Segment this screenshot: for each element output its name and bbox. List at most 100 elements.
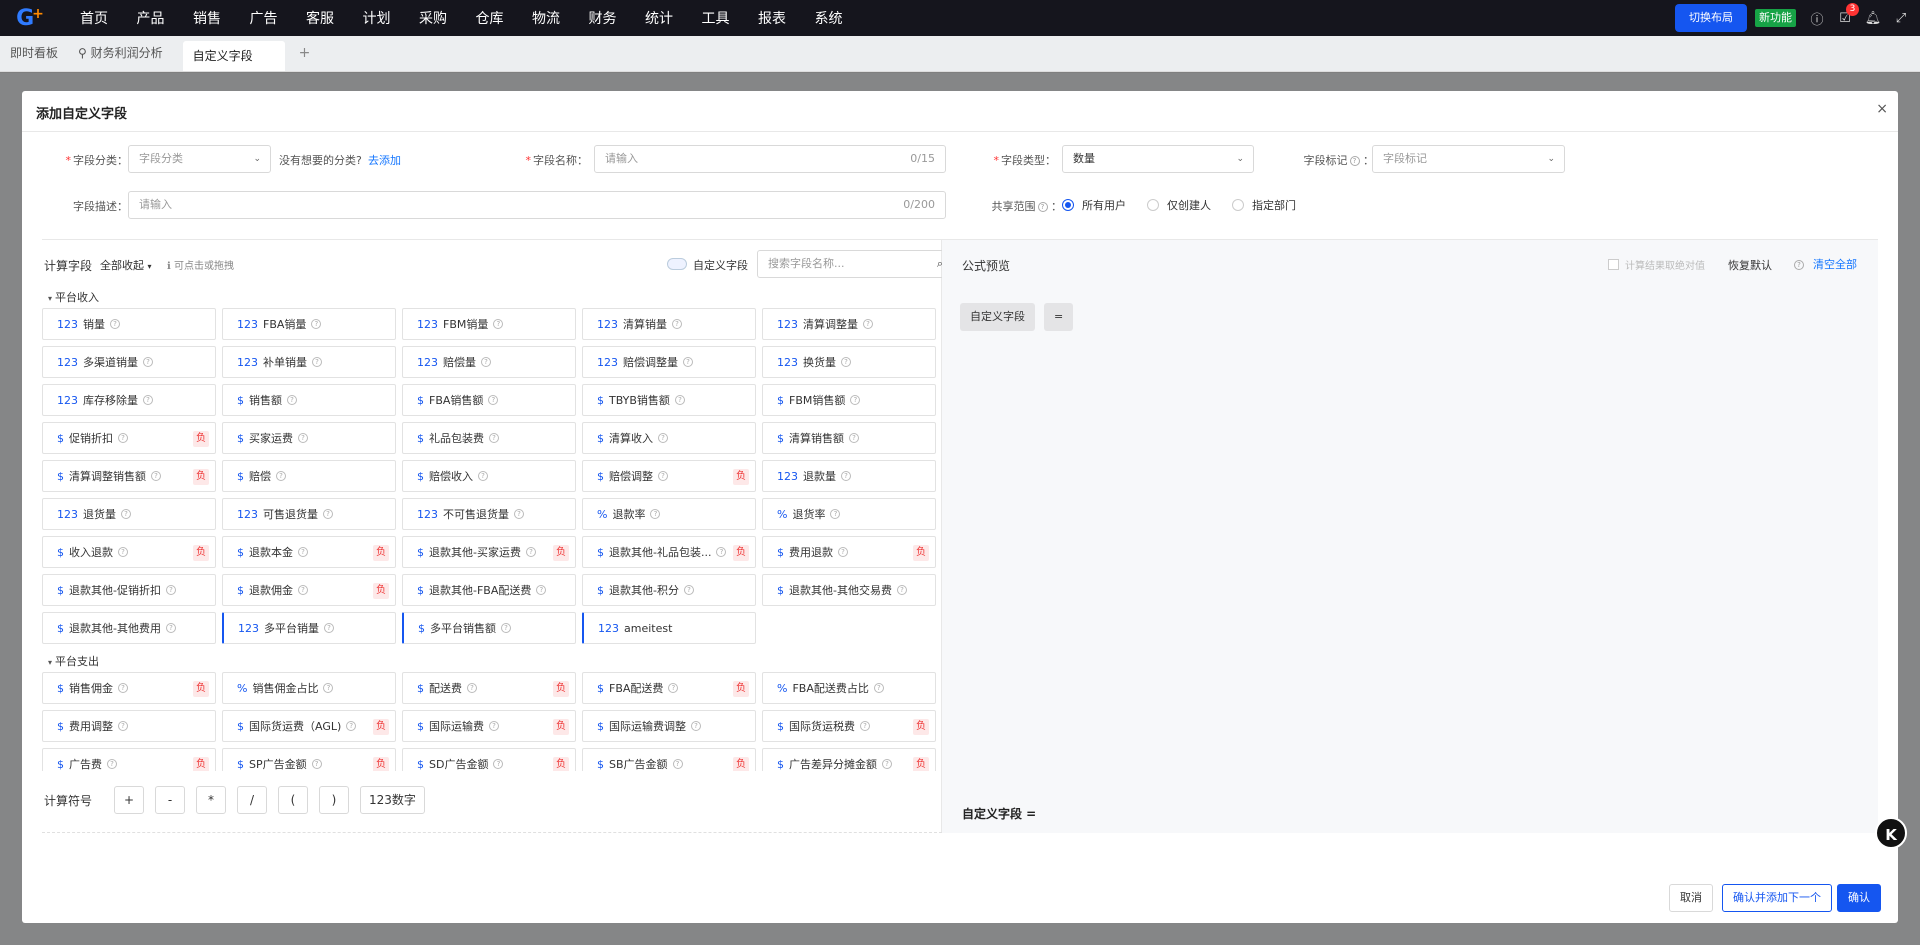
- help-icon[interactable]: ?: [298, 547, 308, 557]
- help-icon[interactable]: ?: [287, 395, 297, 405]
- help-icon[interactable]: ?: [121, 509, 131, 519]
- field-chip[interactable]: $ 退款其他-FBA配送费?: [402, 574, 576, 606]
- nav-item[interactable]: 工具: [702, 8, 730, 28]
- field-search-input[interactable]: 搜索字段名称... ⌕: [757, 250, 952, 278]
- nav-item[interactable]: 采购: [419, 8, 447, 28]
- field-chip[interactable]: $ 销售额?: [222, 384, 396, 416]
- abs-value-checkbox[interactable]: 计算结果取绝对值: [1608, 257, 1705, 272]
- help-icon[interactable]: ?: [467, 683, 477, 693]
- field-chip[interactable]: $ 退款其他-礼品包装...? 负: [582, 536, 756, 568]
- help-icon[interactable]: ?: [674, 395, 685, 405]
- help-icon[interactable]: ?: [501, 623, 511, 633]
- help-icon[interactable]: ?: [683, 357, 693, 367]
- scope-radio-dept[interactable]: 指定部门: [1232, 197, 1296, 213]
- help-icon[interactable]: ?: [650, 509, 661, 519]
- help-icon[interactable]: ?: [118, 721, 128, 731]
- help-icon[interactable]: ?: [860, 721, 870, 731]
- field-chip[interactable]: $ 收入退款? 负: [42, 536, 216, 568]
- help-icon[interactable]: ?: [716, 547, 727, 557]
- field-chip[interactable]: $ TBYB销售额?: [582, 384, 756, 416]
- field-chip[interactable]: $ 赔偿收入?: [402, 460, 576, 492]
- fields-scroll-area[interactable]: 平台收入 123销量?123FBA销量?123FBM销量?123清算销量?123…: [42, 288, 952, 771]
- field-chip[interactable]: $ 买家运费?: [222, 422, 396, 454]
- help-icon[interactable]: ?: [849, 433, 859, 443]
- help-icon[interactable]: ?: [298, 433, 308, 443]
- operator-button[interactable]: (: [278, 786, 309, 814]
- restore-default-button[interactable]: 恢复默认: [1728, 257, 1772, 273]
- field-chip[interactable]: $ 退款其他-买家运费? 负: [402, 536, 576, 568]
- field-chip[interactable]: % FBA配送费占比?: [762, 672, 936, 704]
- field-chip[interactable]: $ 国际货运税费? 负: [762, 710, 936, 742]
- help-icon[interactable]: ?: [488, 395, 499, 405]
- help-icon[interactable]: ?: [536, 585, 547, 595]
- nav-item[interactable]: 产品: [137, 8, 165, 28]
- help-icon[interactable]: ?: [276, 471, 286, 481]
- field-chip[interactable]: $ 清算收入?: [582, 422, 756, 454]
- field-chip[interactable]: 123 销量?: [42, 308, 216, 340]
- field-chip[interactable]: $ 礼品包装费?: [402, 422, 576, 454]
- help-icon[interactable]: ?: [1792, 257, 1804, 271]
- nav-item[interactable]: 报表: [758, 8, 786, 28]
- section-platform-income[interactable]: 平台收入: [42, 288, 952, 308]
- help-icon[interactable]: ?: [658, 433, 668, 443]
- help-icon[interactable]: ?: [151, 471, 161, 481]
- nav-item[interactable]: 系统: [815, 8, 843, 28]
- add-tab-button[interactable]: +: [299, 35, 311, 71]
- help-icon[interactable]: ?: [873, 683, 884, 693]
- field-chip[interactable]: $ 销售佣金? 负: [42, 672, 216, 704]
- help-icon[interactable]: ?: [672, 319, 682, 329]
- field-chip[interactable]: 123 ameitest: [582, 612, 756, 644]
- help-icon[interactable]: ?: [841, 471, 851, 481]
- nav-item[interactable]: 计划: [363, 8, 391, 28]
- field-chip[interactable]: $ FBM销售额?: [762, 384, 936, 416]
- close-icon[interactable]: ×: [1876, 101, 1888, 117]
- operator-button[interactable]: /: [237, 786, 268, 814]
- tab-profit-analysis[interactable]: ⚲ 财务利润分析: [68, 35, 173, 71]
- help-icon[interactable]: ?: [118, 683, 128, 693]
- formula-chip-equals[interactable]: =: [1044, 303, 1074, 331]
- assistant-float-button[interactable]: K: [1875, 817, 1907, 849]
- field-chip[interactable]: $ 退款其他-积分?: [582, 574, 756, 606]
- tab-dashboard[interactable]: 即时看板: [0, 35, 68, 71]
- help-icon[interactable]: ?: [478, 471, 488, 481]
- field-chip[interactable]: 123 清算调整量?: [762, 308, 936, 340]
- switch-layout-button[interactable]: 切换布局: [1675, 4, 1747, 32]
- field-chip[interactable]: 123 退款量?: [762, 460, 936, 492]
- field-chip[interactable]: 123 库存移除量?: [42, 384, 216, 416]
- nav-item[interactable]: 广告: [250, 8, 278, 28]
- field-chip[interactable]: $ 费用退款? 负: [762, 536, 936, 568]
- operator-button[interactable]: -: [155, 786, 186, 814]
- field-chip[interactable]: $ SD广告金额? 负: [402, 748, 576, 771]
- field-chip[interactable]: 123 换货量?: [762, 346, 936, 378]
- confirm-next-button[interactable]: 确认并添加下一个: [1722, 884, 1832, 912]
- field-chip[interactable]: 123 FBA销量?: [222, 308, 396, 340]
- help-icon[interactable]: ?: [165, 585, 176, 595]
- help-icon[interactable]: ?: [312, 357, 322, 367]
- help-icon[interactable]: ?: [311, 319, 322, 329]
- field-chip[interactable]: $ 退款佣金? 负: [222, 574, 396, 606]
- field-chip[interactable]: $ 配送费? 负: [402, 672, 576, 704]
- nav-item[interactable]: 财务: [589, 8, 617, 28]
- field-chip[interactable]: $ 国际运输费? 负: [402, 710, 576, 742]
- operator-button[interactable]: *: [196, 786, 227, 814]
- help-icon[interactable]: ?: [118, 433, 128, 443]
- field-desc-input[interactable]: 请输入 0/200: [128, 191, 946, 219]
- field-chip[interactable]: 123 补单销量?: [222, 346, 396, 378]
- new-feature-badge[interactable]: 新功能: [1755, 9, 1796, 27]
- field-chip[interactable]: $ 广告差异分摊金额? 负: [762, 748, 936, 771]
- field-chip[interactable]: $ SP广告金额? 负: [222, 748, 396, 771]
- field-chip[interactable]: $ 费用调整?: [42, 710, 216, 742]
- clear-all-button[interactable]: 清空全部: [1813, 256, 1857, 272]
- task-icon[interactable]: ☑ 3: [1836, 3, 1859, 27]
- help-icon[interactable]: ?: [830, 509, 841, 519]
- help-icon[interactable]: ?: [324, 623, 334, 633]
- help-icon[interactable]: ?: [514, 509, 524, 519]
- section-platform-expense[interactable]: 平台支出: [42, 652, 952, 672]
- field-chip[interactable]: $ 多平台销售额?: [402, 612, 576, 644]
- help-icon[interactable]: ?: [165, 623, 176, 633]
- nav-item[interactable]: 销售: [193, 8, 221, 28]
- field-chip[interactable]: 123 赔偿量?: [402, 346, 576, 378]
- collapse-all-button[interactable]: 全部收起 ▾: [100, 257, 152, 273]
- help-icon[interactable]: ?: [1349, 156, 1360, 166]
- help-icon[interactable]: ?: [311, 759, 322, 769]
